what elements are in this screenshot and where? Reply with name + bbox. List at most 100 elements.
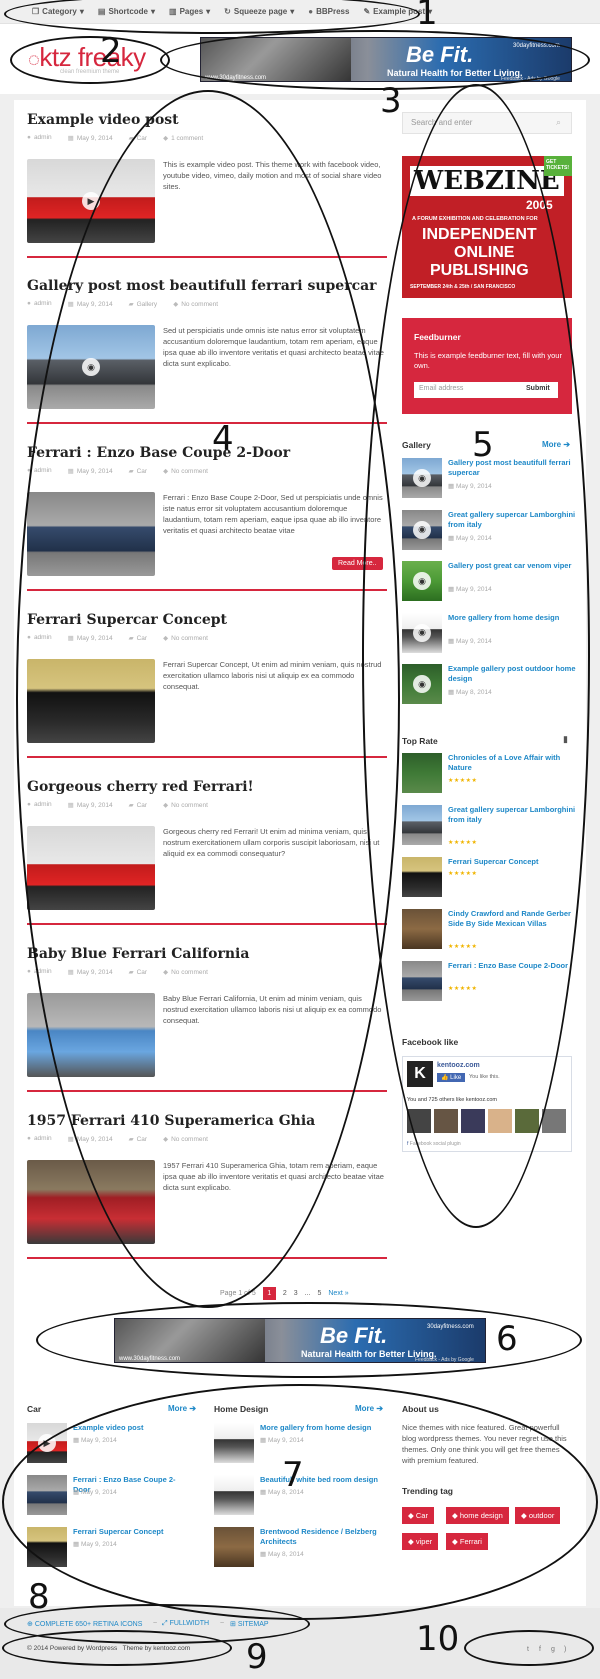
footer-home-thumbnail[interactable] <box>214 1527 254 1567</box>
footer-car-thumbnail[interactable] <box>27 1475 67 1515</box>
post-thumbnail[interactable] <box>27 492 155 576</box>
email-field[interactable]: Email address <box>414 382 520 398</box>
top-rate-item-title[interactable]: Cindy Crawford and Rande Gerber Side By … <box>448 909 576 929</box>
top-rate-item-title[interactable]: Ferrari : Enzo Base Coupe 2-Door <box>448 961 576 971</box>
footer-home-title-link[interactable]: Brentwood Residence / Belzberg Architect… <box>260 1527 390 1547</box>
pagination-page[interactable]: 3 <box>294 1290 298 1297</box>
post-category[interactable]: ▰ Car <box>129 1135 147 1143</box>
post-thumbnail[interactable] <box>27 1160 155 1244</box>
post-category[interactable]: ▰ Car <box>129 968 147 976</box>
post-comments[interactable]: ◆ 1 comment <box>163 134 203 142</box>
post-title[interactable]: Gallery post most beautifull ferrari sup… <box>27 278 377 294</box>
post-meta: ● admin ▦ May 9, 2014 ▰ Car ◆ No comment <box>27 968 208 976</box>
post-author[interactable]: ● admin <box>27 801 52 809</box>
post-category[interactable]: ▰ Car <box>129 134 147 142</box>
post-category[interactable]: ▰ Gallery <box>129 300 158 308</box>
nav-shortcode[interactable]: ▤ Shortcode ▾ <box>98 7 155 16</box>
nav-category[interactable]: ❐ Category ▾ <box>32 7 84 16</box>
nav-squeeze-page[interactable]: ↻ Squeeze page ▾ <box>224 7 294 16</box>
footer-home-thumbnail[interactable] <box>214 1423 254 1463</box>
post-title[interactable]: Baby Blue Ferrari California <box>27 946 249 962</box>
footer-home-thumbnail[interactable] <box>214 1475 254 1515</box>
footer-ad-banner[interactable]: Be Fit. Natural Health for Better Living… <box>114 1318 486 1363</box>
rss-icon[interactable]: ) <box>564 1646 566 1653</box>
post-comments[interactable]: ◆ No comment <box>163 467 208 475</box>
post-thumbnail[interactable] <box>27 826 155 910</box>
header-ad-banner[interactable]: Be Fit. Natural Health for Better Living… <box>200 37 572 82</box>
gallery-item-title[interactable]: Great gallery supercar Lamborghini from … <box>448 510 576 530</box>
footer-link-fullwidth[interactable]: ⤢ FULLWIDTH <box>162 1620 209 1628</box>
post-author[interactable]: ● admin <box>27 968 52 976</box>
tag-link[interactable]: ◆ home design <box>446 1507 509 1524</box>
facebook-like-button[interactable]: 👍 Like <box>437 1073 466 1082</box>
top-rate-thumbnail[interactable] <box>402 805 442 845</box>
gallery-item-title[interactable]: Gallery post most beautifull ferrari sup… <box>448 458 576 478</box>
top-rate-thumbnail[interactable] <box>402 857 442 897</box>
post-author[interactable]: ● admin <box>27 134 52 142</box>
post-comments[interactable]: ◆ No comment <box>163 968 208 976</box>
post-category[interactable]: ▰ Car <box>129 801 147 809</box>
read-more-button[interactable]: Read More.. <box>332 557 383 570</box>
post-title[interactable]: Example video post <box>27 112 179 128</box>
search-input[interactable]: Search and enter <box>402 112 572 134</box>
google-plus-icon[interactable]: g <box>551 1646 555 1653</box>
tag-link[interactable]: ◆ outdoor <box>515 1507 561 1524</box>
annotation-number: 1 <box>416 0 438 33</box>
gallery-item-title[interactable]: Example gallery post outdoor home design <box>448 664 576 684</box>
pagination-page[interactable]: 2 <box>283 1290 287 1297</box>
gallery-more-link[interactable]: More ➔ <box>542 440 570 449</box>
tag-link[interactable]: ◆ Ferrari <box>446 1533 488 1550</box>
top-rate-thumbnail[interactable] <box>402 909 442 949</box>
post-thumbnail[interactable] <box>27 659 155 743</box>
post-title[interactable]: Ferrari Supercar Concept <box>27 612 227 628</box>
footer-car-title-link[interactable]: Example video post <box>73 1423 193 1433</box>
top-rate-item-title[interactable]: Ferrari Supercar Concept <box>448 857 576 867</box>
facebook-page-name[interactable]: kentooz.com <box>437 1062 480 1069</box>
search-icon[interactable]: ⌕ <box>556 117 561 128</box>
pagination-next[interactable]: Next » <box>328 1290 348 1297</box>
expand-icon: ⤢ <box>162 1620 168 1627</box>
nav-bbpress[interactable]: ● BBPress <box>308 7 349 16</box>
footer-home-title-link[interactable]: Beautifull white bed room design <box>260 1475 390 1485</box>
top-rate-item-title[interactable]: Chronicles of a Love Affair with Nature <box>448 753 576 773</box>
tag-link[interactable]: ◆ Car <box>402 1507 434 1524</box>
submit-button[interactable]: Submit <box>520 382 558 398</box>
footer-link-sitemap[interactable]: ⊞ SITEMAP <box>230 1620 269 1628</box>
post-author[interactable]: ● admin <box>27 1135 52 1143</box>
tag-link[interactable]: ◆ viper <box>402 1533 439 1550</box>
post-category[interactable]: ▰ Car <box>129 634 147 642</box>
gallery-item-title[interactable]: More gallery from home design <box>448 613 576 623</box>
twitter-icon[interactable]: t <box>527 1646 529 1653</box>
footer-home-more-link[interactable]: More ➔ <box>355 1404 383 1413</box>
post-author[interactable]: ● admin <box>27 300 52 308</box>
chevron-down-icon: ▾ <box>290 7 295 16</box>
footer-widgets <box>14 1386 586 1606</box>
banner-site-bottom: www.30dayfitness.com <box>119 1356 181 1362</box>
post-comments[interactable]: ◆ No comment <box>173 300 218 308</box>
top-rate-item-title[interactable]: Great gallery supercar Lamborghini from … <box>448 805 576 825</box>
footer-car-thumbnail[interactable] <box>27 1527 67 1567</box>
top-rate-thumbnail[interactable] <box>402 961 442 1001</box>
gallery-item-title[interactable]: Gallery post great car venom viper <box>448 561 576 571</box>
nav-pages[interactable]: ▥ Pages ▾ <box>169 7 210 16</box>
pagination-page[interactable]: 5 <box>317 1290 321 1297</box>
post-comments[interactable]: ◆ No comment <box>163 1135 208 1143</box>
post-title[interactable]: 1957 Ferrari 410 Superamerica Ghia <box>27 1113 315 1129</box>
post-thumbnail[interactable] <box>27 993 155 1077</box>
post-comments[interactable]: ◆ No comment <box>163 801 208 809</box>
footer-car-more-link[interactable]: More ➔ <box>168 1404 196 1413</box>
footer-car-title-link[interactable]: Ferrari Supercar Concept <box>73 1527 193 1537</box>
post-author[interactable]: ● admin <box>27 467 52 475</box>
top-rate-thumbnail[interactable] <box>402 753 442 793</box>
post-title[interactable]: Ferrari : Enzo Base Coupe 2-Door <box>27 445 290 461</box>
facebook-icon[interactable]: f <box>539 1646 541 1653</box>
footer-link-retina-icons[interactable]: ⊕ COMPLETE 650+ RETINA ICONS <box>27 1620 142 1628</box>
footer-home-title-link[interactable]: More gallery from home design <box>260 1423 390 1433</box>
post-category[interactable]: ▰ Car <box>129 467 147 475</box>
post-author[interactable]: ● admin <box>27 634 52 642</box>
post-title[interactable]: Gorgeous cherry red Ferrari! <box>27 779 254 795</box>
pagination-current[interactable]: 1 <box>262 1287 276 1300</box>
webzine-ad[interactable]: WEBZINE 2005 A FORUM EXHIBITION AND CELE… <box>402 156 572 298</box>
post-comments[interactable]: ◆ No comment <box>163 634 208 642</box>
date-label: May 9, 2014 <box>76 135 113 142</box>
